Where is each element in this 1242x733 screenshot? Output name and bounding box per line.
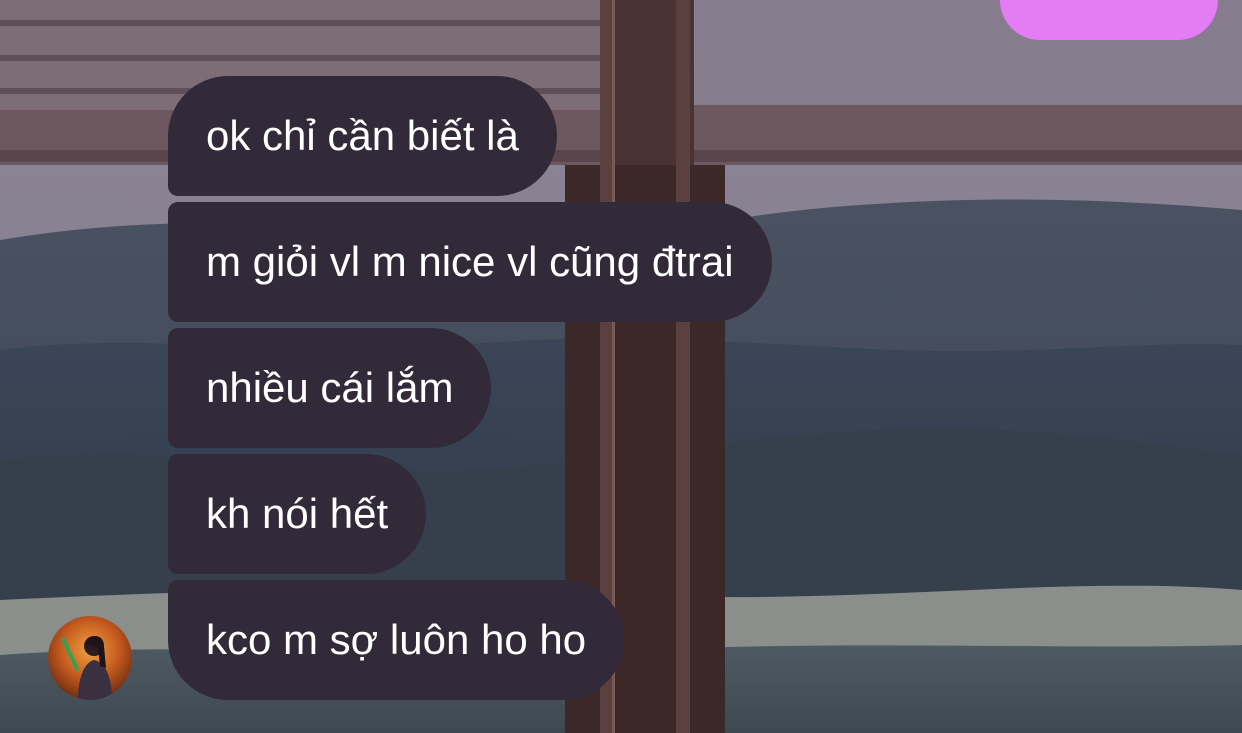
sent-message-bubble[interactable] <box>1000 0 1218 40</box>
message-bubble[interactable]: m giỏi vl m nice vl cũng đtrai <box>168 202 772 322</box>
message-bubble[interactable]: kco m sợ luôn ho ho <box>168 580 625 700</box>
message-bubble[interactable]: kh nói hết <box>168 454 427 574</box>
message-bubble[interactable]: ok chỉ cần biết là <box>168 76 557 196</box>
avatar[interactable] <box>48 616 132 700</box>
message-bubble[interactable]: nhiều cái lắm <box>168 328 492 448</box>
chat-screen: ok chỉ cần biết là m giỏi vl m nice vl c… <box>0 0 1242 733</box>
